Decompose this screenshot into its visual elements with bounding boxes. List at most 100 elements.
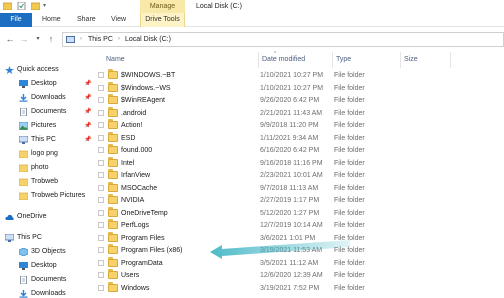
row-checkbox[interactable] [98, 109, 104, 116]
pin-icon[interactable]: 📌 [84, 77, 91, 91]
sidebar-item-label: logo png [31, 150, 58, 157]
row-checkbox[interactable] [98, 84, 104, 91]
file-row[interactable]: Windows 3/19/2021 7:52 PM File folder [96, 281, 504, 294]
file-date-modified: 3/19/2021 11:53 AM [260, 247, 323, 254]
back-icon[interactable]: ← [4, 33, 16, 45]
row-checkbox[interactable] [98, 159, 104, 166]
row-checkbox[interactable] [98, 259, 104, 266]
file-row[interactable]: $Windows.~WS 1/10/2021 10:27 PM File folde… [96, 81, 504, 94]
file-row[interactable]: MSOCache 9/7/2018 11:13 AM File folder [96, 181, 504, 194]
pin-icon[interactable]: 📌 [84, 133, 91, 147]
recent-locations-icon[interactable]: ▾ [32, 33, 44, 45]
file-row[interactable]: $WINDOWS.~BT 1/10/2021 10:27 PM File folde… [96, 69, 504, 81]
file-row[interactable]: Users 12/6/2020 12:39 AM File folder [96, 269, 504, 281]
chevron-right-icon[interactable]: › [80, 33, 82, 46]
sidebar-item-this-pc[interactable]: This PC [0, 231, 95, 245]
row-checkbox[interactable] [98, 147, 104, 153]
sidebar-item-documents-pc[interactable]: Documents [0, 273, 95, 287]
tab-view[interactable]: View [111, 13, 126, 27]
sidebar-item-label: Quick access [17, 66, 59, 73]
address-bar[interactable]: › This PC › Local Disk (C:) [62, 32, 504, 47]
new-folder-icon[interactable] [30, 2, 41, 11]
breadcrumb-local-disk[interactable]: Local Disk (C:) [125, 33, 171, 46]
sidebar-item-3d-objects[interactable]: 3D Objects [0, 245, 95, 259]
column-size[interactable]: Size [401, 52, 451, 68]
row-checkbox[interactable] [98, 172, 104, 178]
tab-home[interactable]: Home [42, 13, 61, 27]
pin-icon[interactable]: 📌 [84, 105, 91, 119]
folder-icon [108, 269, 118, 279]
row-checkbox[interactable] [98, 284, 104, 291]
folder-icon [18, 150, 29, 159]
file-name: $WINDOWS.~BT [121, 72, 176, 79]
file-row[interactable]: $WinREAgent 9/26/2020 6:42 PM File folder [96, 94, 504, 106]
sidebar-item-desktop-pc[interactable]: Desktop [0, 259, 95, 273]
tab-drive-tools[interactable]: Drive Tools [140, 13, 185, 27]
file-row[interactable]: Program Files (x86) 3/19/2021 11:53 AM Fil… [96, 244, 504, 256]
row-checkbox[interactable] [98, 122, 104, 128]
file-row[interactable]: .android 2/21/2021 11:43 AM File folder [96, 106, 504, 119]
row-checkbox[interactable] [98, 272, 104, 278]
documents-icon [19, 275, 28, 285]
file-date-modified: 1/11/2021 9:34 AM [260, 134, 319, 142]
sidebar-item-photo[interactable]: photo [0, 161, 95, 175]
file-row[interactable]: Program Files 3/6/2021 1:01 PM File folder [96, 231, 504, 244]
breadcrumb-this-pc[interactable]: This PC [88, 33, 113, 46]
chevron-down-icon[interactable]: ▾ [43, 2, 52, 10]
folder-icon [108, 144, 118, 154]
file-row[interactable]: NVIDIA 2/27/2019 1:17 PM File folder [96, 194, 504, 206]
downloads-icon [19, 290, 28, 298]
row-checkbox[interactable] [98, 97, 104, 103]
file-row[interactable]: PerfLogs 12/7/2019 10:14 AM File folder [96, 219, 504, 231]
chevron-right-icon[interactable]: › [118, 33, 120, 46]
file-name: Windows [121, 284, 150, 292]
file-row[interactable]: OneDriveTemp 5/12/2020 1:27 PM File folder [96, 206, 504, 219]
pin-icon[interactable]: 📌 [84, 119, 91, 133]
up-icon[interactable]: ↑ [45, 33, 57, 45]
file-name: Program Files [121, 234, 165, 242]
file-row[interactable]: ESD 1/11/2021 9:34 AM File folder [96, 131, 504, 144]
sidebar-item-downloads-pc[interactable]: Downloads [0, 287, 95, 298]
sidebar-item-label: Pictures [31, 122, 57, 129]
folder-icon [108, 231, 118, 242]
sidebar-item-onedrive[interactable]: OneDrive [0, 210, 95, 224]
file-row[interactable]: Intel 9/16/2018 11:16 PM File folder [96, 156, 504, 169]
row-checkbox[interactable] [98, 134, 104, 141]
row-checkbox[interactable] [98, 222, 104, 228]
file-date-modified: 2/21/2021 11:43 AM [260, 109, 323, 117]
column-type[interactable]: Type [333, 52, 401, 68]
forward-icon[interactable]: → [18, 33, 30, 45]
row-checkbox[interactable] [98, 234, 104, 241]
sidebar-item-downloads[interactable]: Downloads 📌 [0, 91, 95, 105]
sidebar-item-trobweb[interactable]: Trobweb [0, 175, 95, 189]
file-row[interactable]: found.000 6/16/2020 6:42 PM File folder [96, 144, 504, 156]
file-row[interactable]: Action! 9/9/2018 11:20 PM File folder [96, 119, 504, 131]
row-checkbox[interactable] [98, 72, 104, 78]
sidebar-item-label: Downloads [31, 94, 66, 101]
sidebar-item-documents[interactable]: Documents 📌 [0, 105, 95, 119]
row-checkbox[interactable] [98, 197, 104, 203]
row-checkbox[interactable] [98, 209, 104, 216]
sidebar-item-logo-png[interactable]: logo png [0, 147, 95, 161]
column-date-modified[interactable]: Date modified [259, 52, 333, 68]
file-row[interactable]: IrfanView 2/23/2021 10:01 AM File folder [96, 169, 504, 181]
ribbon-tabs: File Home Share View Drive Tools [0, 13, 504, 27]
row-checkbox[interactable] [98, 184, 104, 191]
properties-icon[interactable] [17, 1, 26, 11]
sidebar-item-trobweb-pictures[interactable]: Trobweb Pictures [0, 189, 95, 203]
column-name[interactable]: Name [96, 52, 259, 68]
row-checkbox[interactable] [98, 247, 104, 253]
file-row[interactable]: ProgramData 3/5/2021 11:12 AM File folder [96, 256, 504, 269]
sidebar-item-this-pc-pinned[interactable]: This PC 📌 [0, 133, 95, 147]
column-header: ^ Name Date modified Type Size [96, 51, 504, 68]
tab-share[interactable]: Share [77, 13, 96, 27]
pin-icon[interactable]: 📌 [84, 91, 91, 105]
tab-file[interactable]: File [0, 13, 32, 27]
sidebar-item-pictures[interactable]: Pictures 📌 [0, 119, 95, 133]
sidebar-item-desktop[interactable]: Desktop 📌 [0, 77, 95, 91]
explorer-icon[interactable] [2, 2, 13, 11]
folder-icon [108, 281, 118, 292]
sidebar-item-quick-access[interactable]: Quick access [0, 63, 95, 77]
file-list: $WINDOWS.~BT 1/10/2021 10:27 PM File folde… [96, 68, 504, 298]
file-date-modified: 3/6/2021 1:01 PM [260, 234, 316, 242]
